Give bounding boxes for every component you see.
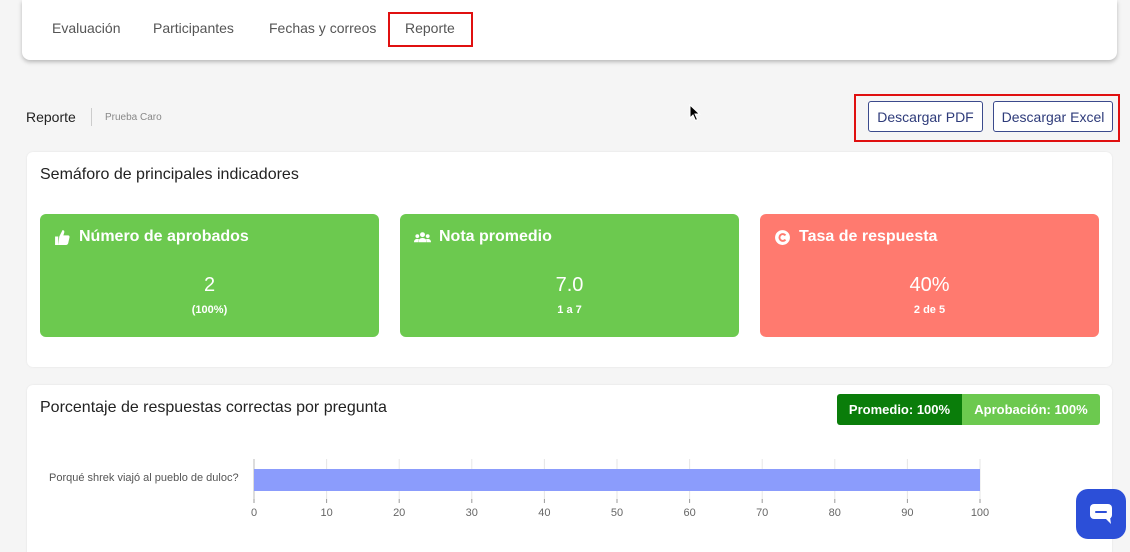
indicator-tasa-respuesta: Tasa de respuesta 40% 2 de 5 — [760, 214, 1099, 337]
x-tick-label: 90 — [901, 507, 913, 519]
x-tick-label: 100 — [971, 507, 989, 519]
indicator-subvalue: (100%) — [191, 304, 228, 316]
aprobacion-badge: Aprobación: 100% — [962, 394, 1100, 425]
chat-icon — [1090, 504, 1112, 524]
x-tick-label: 80 — [829, 507, 841, 519]
indicator-value: 40% — [909, 274, 950, 296]
users-icon — [414, 231, 431, 242]
page-title: Reporte — [26, 109, 76, 125]
bar-category-label: Porqué shrek viajó al pueblo de duloc? — [49, 472, 239, 484]
indicator-nota-promedio: Nota promedio 7.0 1 a 7 — [400, 214, 739, 337]
x-tick-label: 60 — [683, 507, 695, 519]
mouse-cursor-icon — [689, 104, 701, 122]
tab-evaluacion[interactable]: Evaluación — [52, 20, 121, 36]
tab-reporte-highlight — [388, 12, 473, 47]
indicator-subvalue: 2 de 5 — [913, 304, 946, 316]
indicator-value: 2 — [203, 274, 216, 296]
indicators-title: Semáforo de principales indicadores — [40, 166, 299, 183]
indicator-label: Número de aprobados — [79, 228, 249, 245]
copyright-icon — [775, 229, 790, 245]
tab-fechas-y-correos[interactable]: Fechas y correos — [269, 20, 376, 36]
title-divider — [91, 108, 92, 126]
x-tick-label: 10 — [320, 507, 332, 519]
bar — [254, 469, 980, 491]
tab-participantes[interactable]: Participantes — [153, 20, 234, 36]
x-tick-label: 40 — [538, 507, 550, 519]
download-excel-button[interactable]: Descargar Excel — [993, 101, 1113, 132]
download-pdf-button[interactable]: Descargar PDF — [868, 101, 983, 132]
promedio-badge: Promedio: 100% — [837, 394, 962, 425]
indicator-subvalue: 1 a 7 — [557, 304, 582, 316]
x-tick-label: 70 — [756, 507, 768, 519]
indicator-label: Nota promedio — [439, 228, 552, 245]
x-tick-label: 0 — [251, 507, 257, 519]
bar-chart: 0 10 20 30 40 50 60 70 80 90 100 — [251, 459, 989, 519]
x-tick-label: 20 — [393, 507, 405, 519]
indicator-value: 7.0 — [555, 274, 584, 296]
x-tick-label: 50 — [611, 507, 623, 519]
chat-button[interactable] — [1076, 489, 1126, 539]
indicators-card: Semáforo de principales indicadores Núme… — [27, 152, 1112, 367]
indicator-label: Tasa de respuesta — [799, 228, 938, 245]
chart-title: Porcentaje de respuestas correctas por p… — [40, 399, 387, 416]
indicator-aprobados: Número de aprobados 2 (100%) — [40, 214, 379, 337]
tab-bar: Evaluación Participantes Fechas y correo… — [22, 0, 1117, 60]
thumbs-up-icon — [55, 229, 70, 245]
x-tick-label: 30 — [466, 507, 478, 519]
page-subtitle: Prueba Caro — [105, 112, 162, 123]
